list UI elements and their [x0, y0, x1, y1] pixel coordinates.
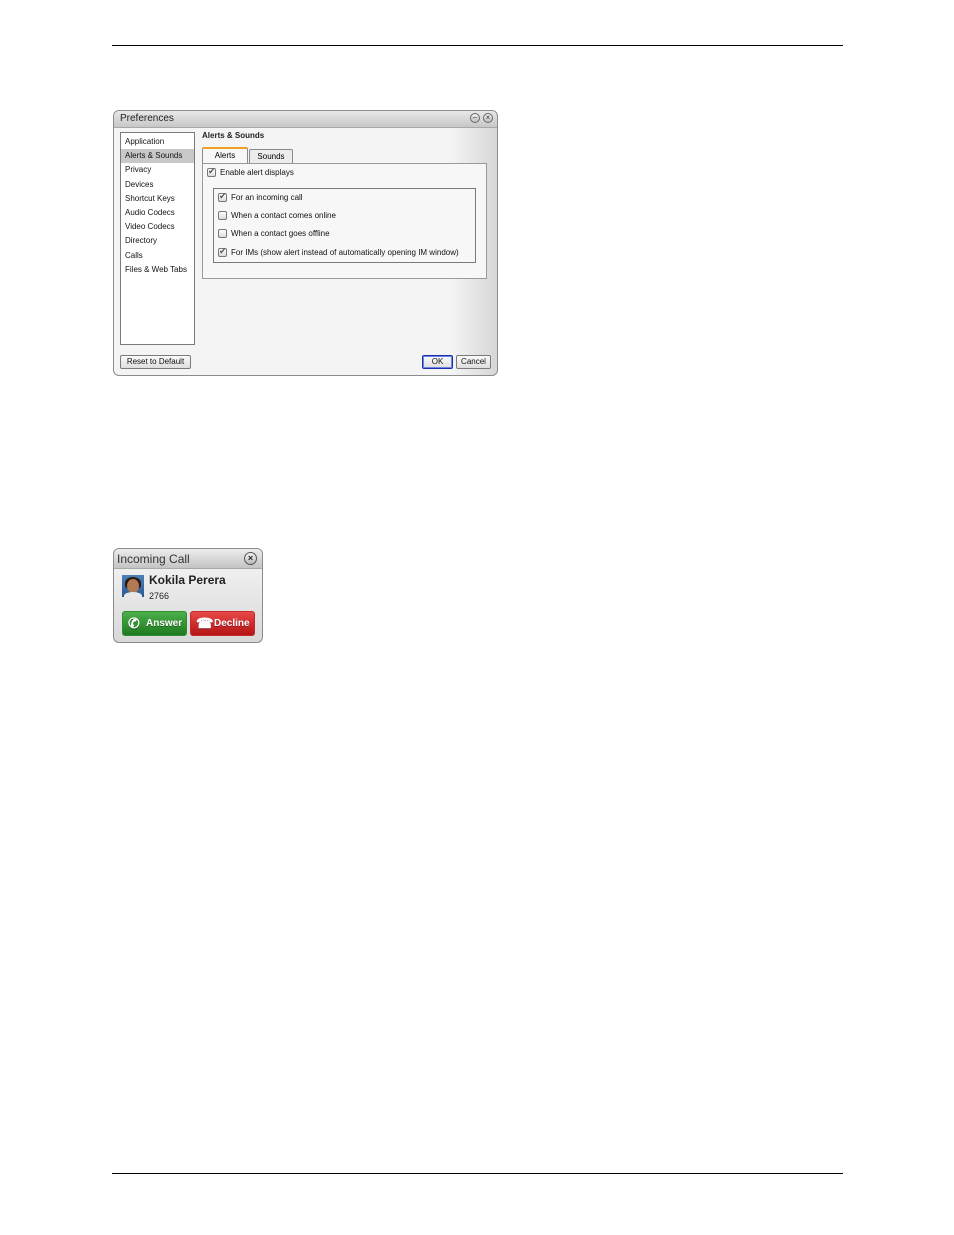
- incoming-call-label: For an incoming call: [231, 193, 303, 203]
- enable-alerts-checkbox[interactable]: [207, 166, 216, 178]
- preferences-titlebar[interactable]: Preferences – ×: [114, 111, 497, 128]
- ims-checkbox[interactable]: [218, 246, 227, 258]
- sidebar-item-application[interactable]: Application: [121, 135, 194, 149]
- avatar-face: [127, 579, 139, 593]
- avatar-shirt: [124, 592, 142, 597]
- preferences-window: Preferences – × Application Alerts & Sou…: [113, 110, 498, 376]
- sidebar-item-alerts-sounds[interactable]: Alerts & Sounds: [121, 149, 194, 164]
- alert-options-group: For an incoming call When a contact come…: [213, 188, 476, 263]
- alert-option-contact-offline[interactable]: When a contact goes offline: [218, 229, 330, 239]
- sidebar-item-video-codecs[interactable]: Video Codecs: [121, 220, 194, 234]
- caller-name: Kokila Perera: [149, 573, 226, 587]
- contact-online-checkbox[interactable]: [218, 211, 227, 221]
- sidebar-item-privacy[interactable]: Privacy: [121, 163, 194, 177]
- contact-online-label: When a contact comes online: [231, 211, 336, 221]
- contact-offline-checkbox[interactable]: [218, 229, 227, 239]
- enable-alerts-label: Enable alert displays: [220, 168, 294, 178]
- incoming-call-window: Incoming Call × Kokila Perera 2766 ✆ Ans…: [113, 548, 263, 643]
- reset-to-default-button[interactable]: Reset to Default: [120, 355, 191, 369]
- close-icon[interactable]: ×: [483, 113, 493, 123]
- close-icon[interactable]: ×: [244, 552, 257, 565]
- decline-button[interactable]: ☎ Decline: [190, 611, 255, 636]
- enable-alerts-row[interactable]: Enable alert displays: [207, 166, 294, 178]
- sidebar-item-calls[interactable]: Calls: [121, 249, 194, 263]
- phone-icon: ✆: [128, 615, 140, 631]
- sidebar-item-directory[interactable]: Directory: [121, 234, 194, 248]
- preferences-sidebar: Application Alerts & Sounds Privacy Devi…: [120, 132, 195, 345]
- caller-avatar: [122, 575, 144, 597]
- cancel-button[interactable]: Cancel: [456, 355, 491, 369]
- answer-button[interactable]: ✆ Answer: [122, 611, 187, 636]
- hang-up-icon: ☎: [196, 615, 214, 631]
- tab-alerts[interactable]: Alerts: [202, 147, 248, 163]
- incoming-call-checkbox[interactable]: [218, 191, 227, 203]
- sidebar-item-files-web-tabs[interactable]: Files & Web Tabs: [121, 263, 194, 277]
- decline-label: Decline: [214, 618, 250, 629]
- minimize-icon[interactable]: –: [470, 113, 480, 123]
- incoming-call-titlebar[interactable]: Incoming Call ×: [114, 549, 262, 569]
- caller-number: 2766: [149, 591, 170, 601]
- preferences-title: Preferences: [120, 113, 174, 124]
- sidebar-item-audio-codecs[interactable]: Audio Codecs: [121, 206, 194, 220]
- alerts-panel: Enable alert displays For an incoming ca…: [202, 163, 487, 279]
- footer-rule: [112, 1173, 843, 1174]
- sidebar-item-shortcut-keys[interactable]: Shortcut Keys: [121, 192, 194, 206]
- answer-label: Answer: [146, 618, 183, 629]
- ok-button[interactable]: OK: [422, 355, 453, 369]
- header-rule: [112, 45, 843, 46]
- sidebar-item-devices[interactable]: Devices: [121, 178, 194, 192]
- section-title: Alerts & Sounds: [202, 131, 265, 140]
- alert-option-ims[interactable]: For IMs (show alert instead of automatic…: [218, 246, 459, 258]
- alert-option-incoming-call[interactable]: For an incoming call: [218, 191, 303, 203]
- alert-option-contact-online[interactable]: When a contact comes online: [218, 211, 336, 221]
- tab-sounds[interactable]: Sounds: [249, 149, 293, 163]
- ims-label: For IMs (show alert instead of automatic…: [231, 248, 459, 258]
- contact-offline-label: When a contact goes offline: [231, 229, 330, 239]
- incoming-call-title: Incoming Call: [117, 552, 190, 566]
